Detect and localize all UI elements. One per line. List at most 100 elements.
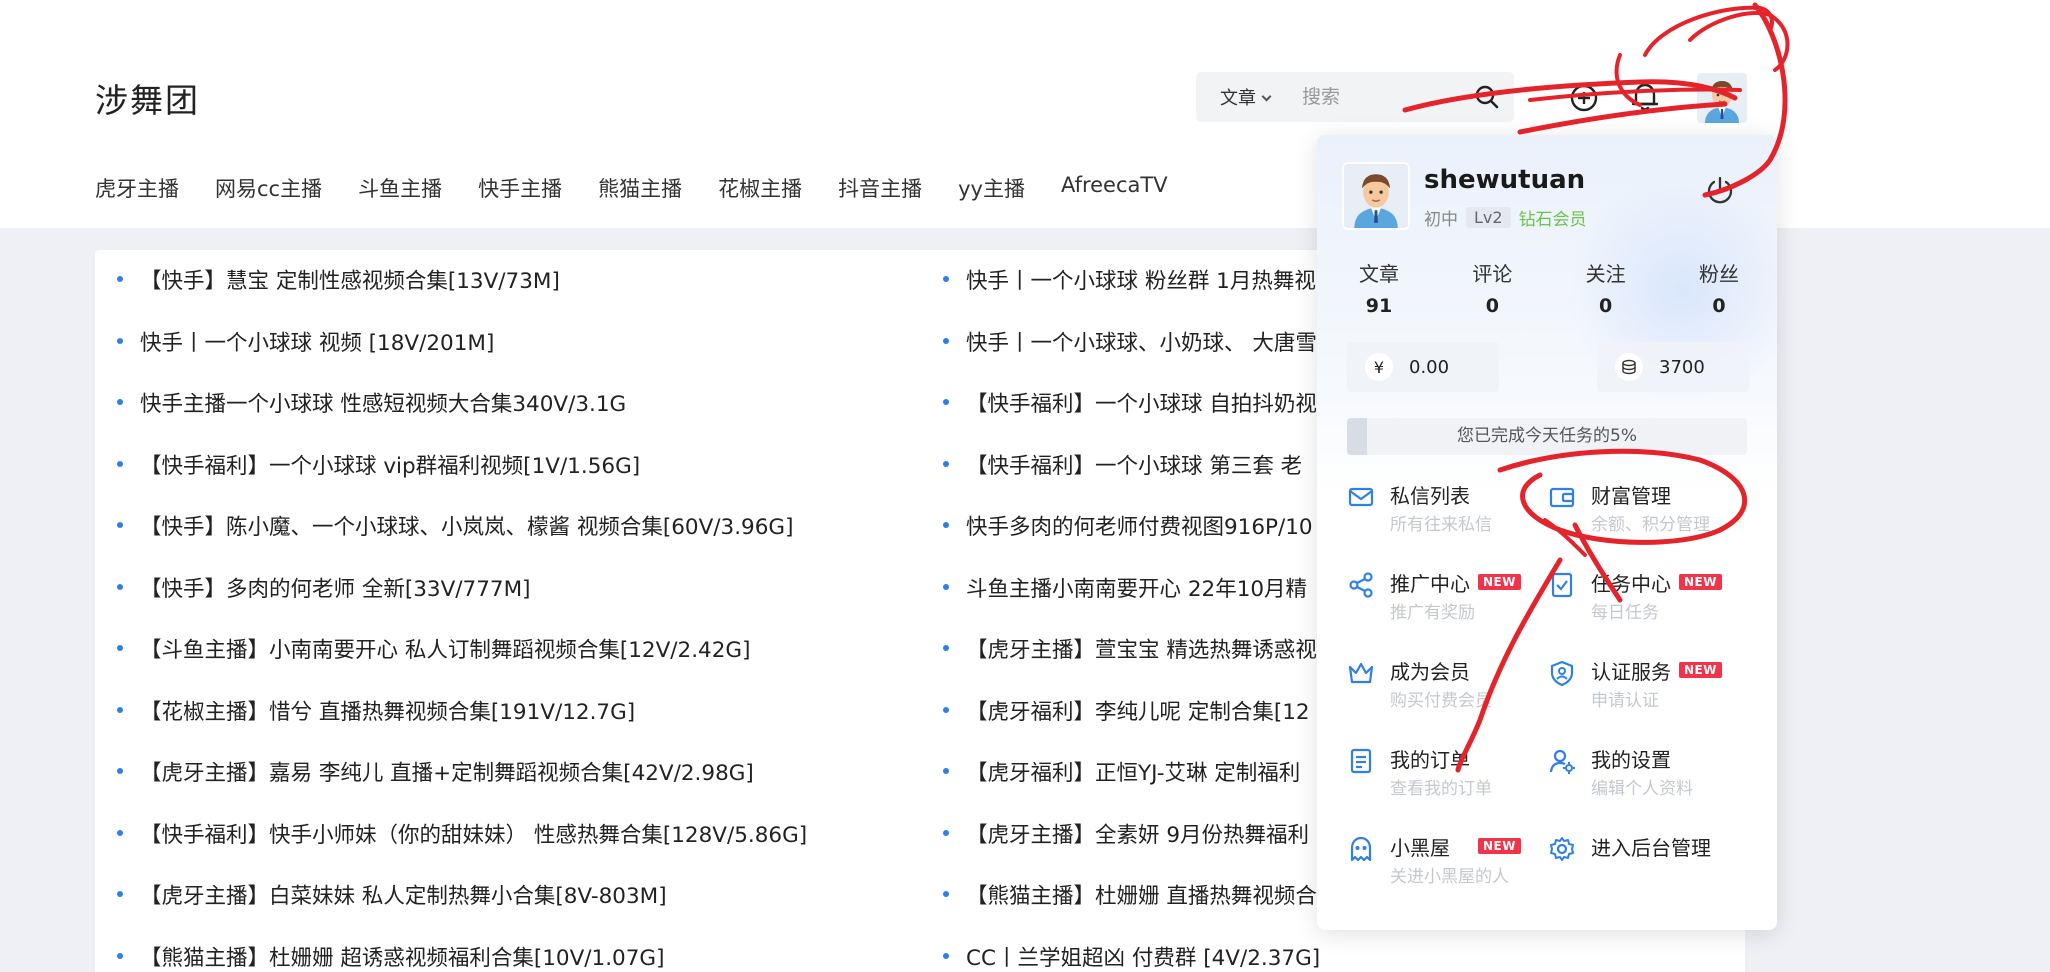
list-item[interactable]: 【虎牙福利】李纯儿呢 定制合集[12 — [943, 695, 1320, 757]
post-title[interactable]: 【虎牙福利】李纯儿呢 定制合集[12 — [966, 695, 1310, 726]
nav-item-huajiao[interactable]: 花椒主播 — [718, 173, 802, 203]
post-title[interactable]: 【快手】慧宝 定制性感视频合集[13V/73M] — [140, 264, 560, 295]
post-title[interactable]: 快手丨一个小球球 视频 [18V/201M] — [140, 326, 494, 357]
search-input[interactable] — [1302, 82, 1452, 112]
list-item[interactable]: 【快手】多肉的何老师 全新[33V/777M] — [117, 572, 807, 634]
post-title[interactable]: 【虎牙主播】全素妍 9月份热舞福利 — [966, 818, 1309, 849]
user-dropdown-panel: shewutuan 初中 Lv2 钻石会员 文章 91 评论 0 关注 0 粉丝 0 ¥… — [1317, 135, 1777, 930]
vip-label[interactable]: 钻石会员 — [1519, 205, 1587, 230]
post-title[interactable]: 【快手】陈小魔、一个小球球、小岚岚、檬酱 视频合集[60V/3.96G] — [140, 510, 793, 541]
list-item[interactable]: 【熊猫主播】杜姗姗 超诱惑视频福利合集[10V/1.07G] — [117, 941, 807, 972]
coin-balance[interactable]: 3700 — [1597, 342, 1749, 392]
panel-avatar[interactable] — [1342, 162, 1410, 230]
post-title[interactable]: 【虎牙主播】嘉易 李纯儿 直播+定制舞蹈视频合集[42V/2.98G] — [140, 756, 754, 787]
list-item[interactable]: 【快手】慧宝 定制性感视频合集[13V/73M] — [117, 264, 807, 326]
nav-item-netease-cc[interactable]: 网易cc主播 — [215, 173, 322, 203]
stat-comments[interactable]: 评论 0 — [1452, 258, 1532, 317]
add-circle-icon[interactable] — [1570, 84, 1598, 116]
menu-item-admin[interactable]: 进入后台管理 — [1548, 832, 1748, 902]
post-title[interactable]: 快手丨一个小球球 粉丝群 1月热舞视 — [966, 264, 1316, 295]
post-title[interactable]: 【熊猫主播】杜姗姗 超诱惑视频福利合集[10V/1.07G] — [140, 941, 664, 972]
nav-item-huya[interactable]: 虎牙主播 — [95, 173, 179, 203]
task-progress-text: 您已完成今天任务的5% — [1457, 426, 1637, 446]
menu-item-blacklist[interactable]: 小黑屋 NEW 关进小黑屋的人 — [1347, 832, 1547, 902]
bell-icon[interactable] — [1630, 80, 1660, 118]
list-item[interactable]: 【快手福利】一个小球球 vip群福利视频[1V/1.56G] — [117, 449, 807, 511]
list-item[interactable]: 快手丨一个小球球 视频 [18V/201M] — [117, 326, 807, 388]
nav-item-afreecatv[interactable]: AfreecaTV — [1061, 173, 1168, 203]
menu-item-title: 私信列表 — [1390, 484, 1470, 508]
post-title[interactable]: 【熊猫主播】杜姗姗 直播热舞视频合 — [966, 879, 1317, 910]
bullet-icon — [117, 522, 123, 528]
post-title[interactable]: 快手多肉的何老师付费视图916P/10 — [966, 510, 1313, 541]
user-avatar-icon — [1697, 73, 1747, 123]
money-balance[interactable]: ¥ 0.00 — [1347, 342, 1499, 392]
list-item[interactable]: 【虎牙主播】白菜妹妹 私人定制热舞小合集[8V-803M] — [117, 879, 807, 941]
post-title[interactable]: 【快手福利】一个小球球 自拍抖奶视 — [966, 387, 1317, 418]
list-item[interactable]: 【虎牙福利】正恒YJ-艾琳 定制福利 — [943, 756, 1320, 818]
post-title[interactable]: 【虎牙主播】萱宝宝 精选热舞诱惑视 — [966, 633, 1317, 664]
post-title[interactable]: 【斗鱼主播】小南南要开心 私人订制舞蹈视频合集[12V/2.42G] — [140, 633, 750, 664]
menu-item-settings[interactable]: 我的设置 编辑个人资料 — [1548, 744, 1748, 814]
post-title[interactable]: 【虎牙福利】正恒YJ-艾琳 定制福利 — [966, 756, 1300, 787]
menu-item-orders[interactable]: 我的订单 查看我的订单 — [1347, 744, 1547, 814]
post-title[interactable]: 【快手】多肉的何老师 全新[33V/777M] — [140, 572, 531, 603]
mail-icon — [1348, 487, 1374, 507]
list-item[interactable]: 快手多肉的何老师付费视图916P/10 — [943, 510, 1320, 572]
menu-item-tasks[interactable]: 任务中心 NEW 每日任务 — [1548, 568, 1748, 638]
search-type-select[interactable]: 文章 — [1220, 84, 1272, 110]
list-item[interactable]: 【虎牙主播】全素妍 9月份热舞福利 — [943, 818, 1320, 880]
list-item[interactable]: 【花椒主播】惜兮 直播热舞视频合集[191V/12.7G] — [117, 695, 807, 757]
menu-item-wealth[interactable]: 财富管理 余额、积分管理 — [1548, 480, 1748, 550]
list-item[interactable]: CC丨兰学姐超凶 付费群 [4V/2.37G] — [943, 941, 1320, 972]
bullet-icon — [117, 337, 123, 344]
stat-label: 关注 — [1585, 262, 1626, 286]
post-title[interactable]: 【花椒主播】惜兮 直播热舞视频合集[191V/12.7G] — [140, 695, 635, 726]
post-title[interactable]: CC丨兰学姐超凶 付费群 [4V/2.37G] — [966, 941, 1320, 972]
post-title[interactable]: 【快手福利】快手小师妹（你的甜妹妹） 性感热舞合集[128V/5.86G] — [140, 818, 807, 849]
list-item[interactable]: 斗鱼主播小南南要开心 22年10月精 — [943, 572, 1320, 634]
post-title[interactable]: 【快手福利】一个小球球 第三套 老 — [966, 449, 1302, 480]
post-title[interactable]: 【虎牙主播】白菜妹妹 私人定制热舞小合集[8V-803M] — [140, 879, 667, 910]
search-icon[interactable] — [1474, 84, 1500, 114]
list-item[interactable]: 【快手福利】一个小球球 第三套 老 — [943, 449, 1320, 511]
stat-label: 文章 — [1359, 262, 1399, 286]
post-title[interactable]: 【快手福利】一个小球球 vip群福利视频[1V/1.56G] — [140, 449, 640, 480]
list-item[interactable]: 【斗鱼主播】小南南要开心 私人订制舞蹈视频合集[12V/2.42G] — [117, 633, 807, 695]
menu-item-subtitle: 关进小黑屋的人 — [1390, 867, 1509, 887]
shield-user-icon — [1550, 660, 1574, 687]
stat-posts[interactable]: 文章 91 — [1339, 258, 1419, 317]
post-title[interactable]: 快手主播一个小球球 性感短视频大合集340V/3.1G — [140, 387, 626, 418]
gear-icon — [1550, 837, 1574, 861]
list-item[interactable]: 【快手福利】快手小师妹（你的甜妹妹） 性感热舞合集[128V/5.86G] — [117, 818, 807, 880]
task-progress-bar[interactable]: 您已完成今天任务的5% — [1347, 418, 1747, 455]
menu-item-promotion[interactable]: 推广中心 NEW 推广有奖励 — [1347, 568, 1547, 638]
stat-following[interactable]: 关注 0 — [1566, 258, 1646, 317]
bullet-icon — [117, 583, 123, 590]
post-title[interactable]: 快手丨一个小球球、小奶球、 大唐雪 — [966, 326, 1317, 357]
post-title[interactable]: 斗鱼主播小南南要开心 22年10月精 — [966, 572, 1307, 603]
menu-item-membership[interactable]: 成为会员 购买付费会员 — [1347, 656, 1547, 726]
nav-item-kuaishou[interactable]: 快手主播 — [478, 173, 562, 203]
list-item[interactable]: 【虎牙主播】嘉易 李纯儿 直播+定制舞蹈视频合集[42V/2.98G] — [117, 756, 807, 818]
site-logo[interactable]: 涉舞团 — [95, 74, 200, 122]
bullet-icon — [943, 460, 949, 467]
menu-item-verification[interactable]: 认证服务 NEW 申请认证 — [1548, 656, 1748, 726]
nav-item-panda[interactable]: 熊猫主播 — [598, 173, 682, 203]
nav-item-yy[interactable]: yy主播 — [958, 173, 1025, 203]
stat-followers[interactable]: 粉丝 0 — [1679, 258, 1759, 317]
username[interactable]: shewutuan — [1424, 165, 1585, 195]
logout-icon[interactable] — [1705, 175, 1735, 209]
menu-item-messages[interactable]: 私信列表 所有往来私信 — [1347, 480, 1547, 550]
list-item[interactable]: 【快手】陈小魔、一个小球球、小岚岚、檬酱 视频合集[60V/3.96G] — [117, 510, 807, 572]
list-item[interactable]: 【熊猫主播】杜姗姗 直播热舞视频合 — [943, 879, 1320, 941]
list-item[interactable]: 快手丨一个小球球 粉丝群 1月热舞视 — [943, 264, 1320, 326]
list-item[interactable]: 快手丨一个小球球、小奶球、 大唐雪 — [943, 326, 1320, 388]
header-avatar[interactable] — [1697, 73, 1747, 123]
user-avatar-icon — [1344, 164, 1408, 228]
nav-item-douyin[interactable]: 抖音主播 — [838, 173, 922, 203]
list-item[interactable]: 【快手福利】一个小球球 自拍抖奶视 — [943, 387, 1320, 449]
list-item[interactable]: 快手主播一个小球球 性感短视频大合集340V/3.1G — [117, 387, 807, 449]
list-item[interactable]: 【虎牙主播】萱宝宝 精选热舞诱惑视 — [943, 633, 1320, 695]
nav-item-douyu[interactable]: 斗鱼主播 — [358, 173, 442, 203]
